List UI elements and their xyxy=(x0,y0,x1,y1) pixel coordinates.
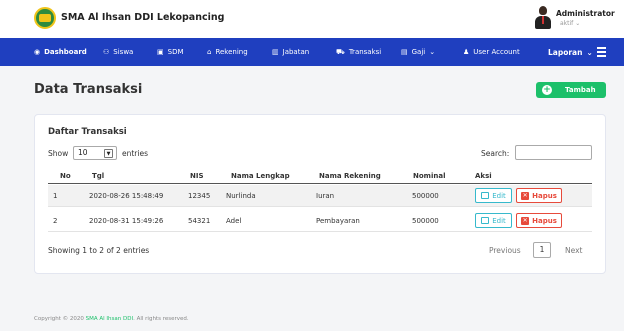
delete-button[interactable]: ✕ Hapus xyxy=(516,213,562,228)
table-info: Showing 1 to 2 of 2 entries xyxy=(48,246,150,255)
chevron-down-icon: ⌄ xyxy=(586,47,593,57)
nav-gaji[interactable]: ▤ Gaji ⌄ xyxy=(401,38,435,66)
transactions-card: Daftar Transaksi Show 10 ▼ entries Searc… xyxy=(34,114,606,274)
user-icon: ♟ xyxy=(463,48,470,56)
cell-nama: Nurlinda xyxy=(226,192,256,200)
delete-button[interactable]: ✕ Hapus xyxy=(516,188,562,203)
edit-icon xyxy=(481,192,490,199)
search-label: Search: xyxy=(481,149,510,158)
table-header-divider xyxy=(48,183,592,184)
cell-nis: 12345 xyxy=(188,192,211,200)
wallet-icon: ▤ xyxy=(401,48,408,56)
chevron-down-icon: ▼ xyxy=(104,149,113,158)
card-title: Daftar Transaksi xyxy=(48,127,127,137)
cell-rekening: Pembayaran xyxy=(316,217,360,225)
user-avatar[interactable] xyxy=(535,6,551,30)
footer-brand-link[interactable]: SMA Al Ihsan DDI xyxy=(86,316,133,322)
main-navbar: ◉ Dashboard ⚇ Siswa ▣ SDM ⌂ Rekening ▥ Jabata… xyxy=(0,38,624,66)
cell-nis: 54321 xyxy=(188,217,211,225)
delete-icon: ✕ xyxy=(521,191,530,200)
table-row: 1 2020-08-26 15:48:49 12345 Nurlinda Iur… xyxy=(48,185,592,207)
column-header-nama-lengkap[interactable]: Nama Lengkap xyxy=(231,172,290,180)
nav-user-account[interactable]: ♟ User Account xyxy=(463,38,520,66)
nav-jabatan[interactable]: ▥ Jabatan xyxy=(272,38,309,66)
cell-rekening: Iuran xyxy=(316,192,335,200)
column-header-no[interactable]: No xyxy=(60,172,71,180)
table-row: 2 2020-08-31 15:49:26 54321 Adel Pembaya… xyxy=(48,210,592,232)
menu-icon[interactable] xyxy=(597,47,606,57)
column-header-aksi: Aksi xyxy=(475,172,492,180)
column-header-nominal[interactable]: Nominal xyxy=(413,172,445,180)
show-label: Show xyxy=(48,149,69,158)
nav-transaksi[interactable]: ⛟ Transaksi xyxy=(336,38,381,66)
user-status[interactable]: aktif ⌄ xyxy=(560,20,580,27)
users-icon: ⚇ xyxy=(103,48,110,56)
entries-label: entries xyxy=(122,149,148,158)
edit-button[interactable]: Edit xyxy=(475,213,512,228)
pagination-next[interactable]: Next xyxy=(565,246,582,255)
add-transaction-button[interactable]: + Tambah xyxy=(536,82,606,98)
pagination-page-1[interactable]: 1 xyxy=(533,242,551,258)
top-header: SMA Al Ihsan DDI Lekopancing Administrat… xyxy=(0,0,624,38)
nav-sdm[interactable]: ▣ SDM xyxy=(157,38,184,66)
edit-button[interactable]: Edit xyxy=(475,188,512,203)
chevron-down-icon: ⌄ xyxy=(429,48,436,56)
brand-title: SMA Al Ihsan DDI Lekopancing xyxy=(61,12,225,23)
edit-icon xyxy=(481,217,490,224)
nav-dashboard[interactable]: ◉ Dashboard xyxy=(34,38,87,66)
id-card-icon: ▣ xyxy=(157,48,164,56)
pagination-previous[interactable]: Previous xyxy=(489,246,521,255)
chart-icon: ▥ xyxy=(272,48,279,56)
cell-tgl: 2020-08-26 15:48:49 xyxy=(89,192,164,200)
delete-icon: ✕ xyxy=(521,216,530,225)
footer-copyright: Copyright © 2020 SMA Al Ihsan DDI. All r… xyxy=(34,316,189,322)
column-header-nis[interactable]: NIS xyxy=(190,172,204,180)
cell-nominal: 500000 xyxy=(412,217,439,225)
bank-icon: ⌂ xyxy=(207,48,212,56)
nav-rekening[interactable]: ⌂ Rekening xyxy=(207,38,248,66)
entries-per-page-select[interactable]: 10 ▼ xyxy=(73,146,117,160)
column-header-tgl[interactable]: Tgl xyxy=(92,172,104,180)
user-name[interactable]: Administrator xyxy=(556,9,615,18)
plus-icon: + xyxy=(542,85,552,95)
nav-siswa[interactable]: ⚇ Siswa xyxy=(103,38,133,66)
cell-no: 1 xyxy=(53,192,58,200)
cell-nominal: 500000 xyxy=(412,192,439,200)
nav-laporan[interactable]: Laporan ⌄ xyxy=(548,38,593,66)
school-logo xyxy=(34,7,56,29)
search-input[interactable] xyxy=(515,145,592,160)
column-header-nama-rekening[interactable]: Nama Rekening xyxy=(319,172,381,180)
cell-no: 2 xyxy=(53,217,58,225)
cell-tgl: 2020-08-31 15:49:26 xyxy=(89,217,164,225)
cell-nama: Adel xyxy=(226,217,242,225)
cart-icon: ⛟ xyxy=(336,47,345,56)
gauge-icon: ◉ xyxy=(34,48,41,56)
page-title: Data Transaksi xyxy=(34,82,143,97)
